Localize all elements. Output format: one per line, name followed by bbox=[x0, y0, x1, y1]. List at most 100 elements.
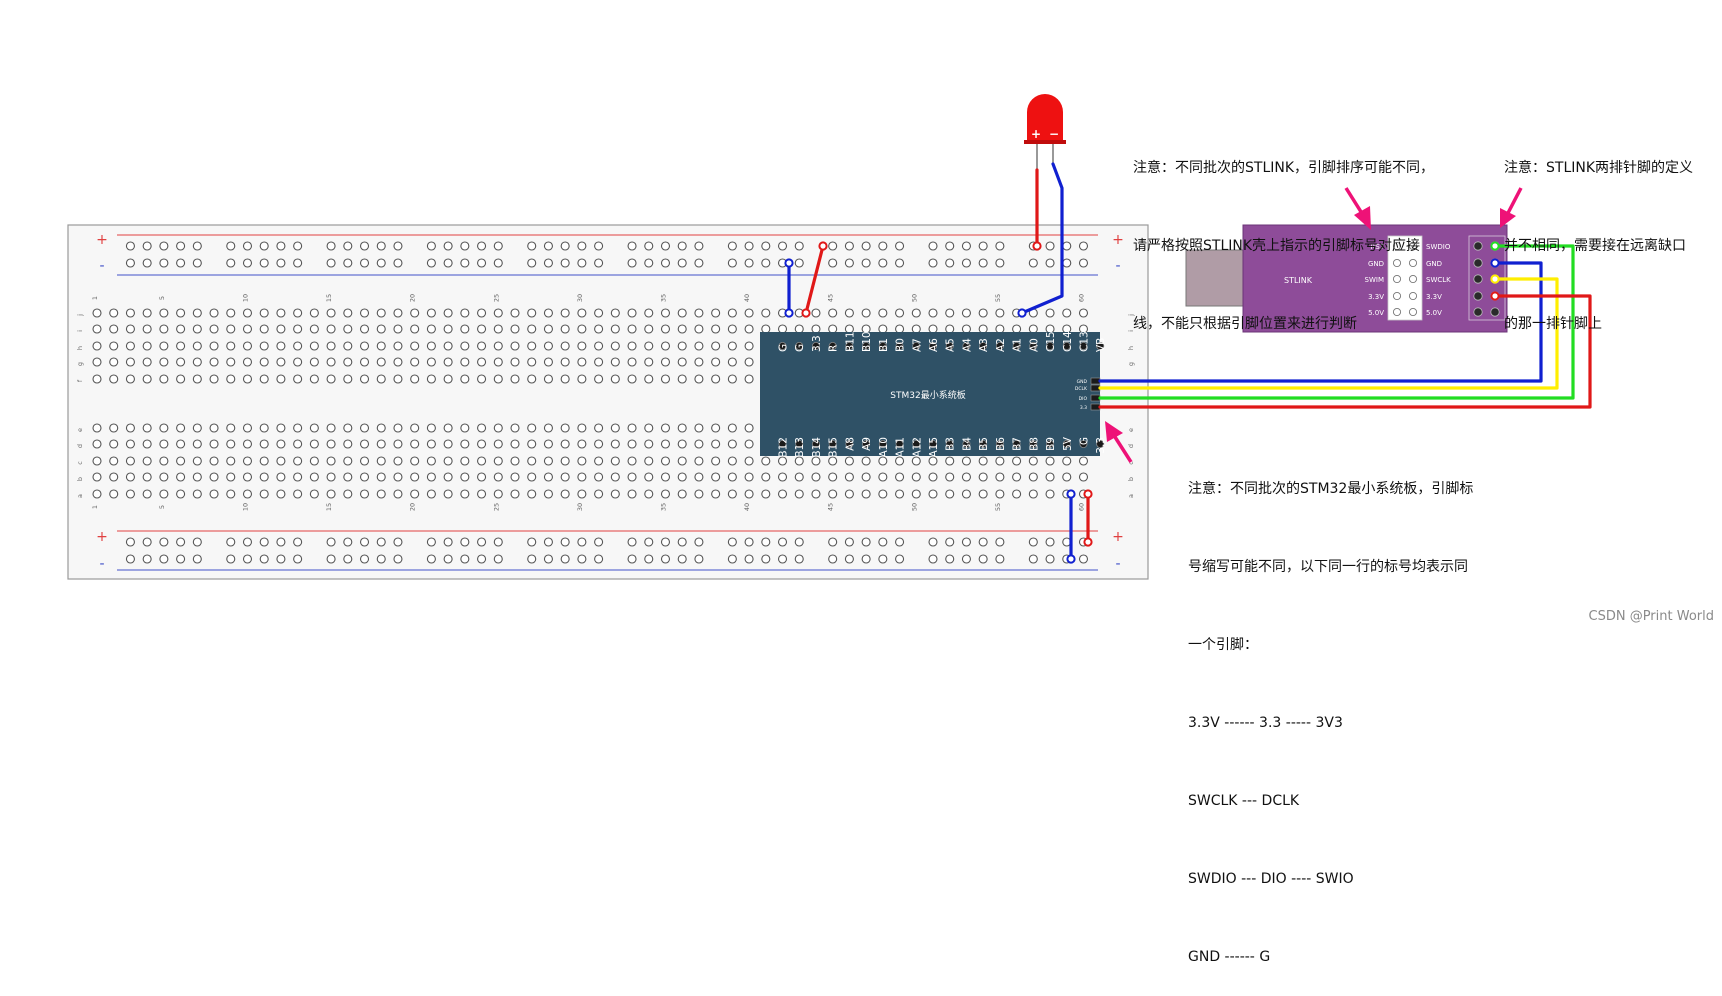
stm32-pin-label: B3 bbox=[945, 437, 957, 451]
breadboard-hole bbox=[410, 341, 420, 351]
stm32-pin-label: 5V bbox=[1062, 436, 1074, 451]
breadboard-hole bbox=[844, 472, 854, 482]
breadboard-hole bbox=[309, 439, 319, 449]
breadboard-hole bbox=[293, 489, 303, 499]
breadboard-hole bbox=[744, 374, 754, 384]
breadboard-hole bbox=[610, 472, 620, 482]
breadboard-hole bbox=[226, 341, 236, 351]
breadboard-hole bbox=[828, 324, 838, 334]
breadboard-hole bbox=[125, 472, 135, 482]
column-number: 40 bbox=[743, 294, 751, 302]
rail-hole bbox=[393, 554, 403, 564]
breadboard-hole bbox=[293, 423, 303, 433]
rail-hole bbox=[477, 258, 487, 268]
breadboard-hole bbox=[343, 324, 353, 334]
rail-hole bbox=[176, 537, 186, 547]
rail-hole bbox=[376, 537, 386, 547]
breadboard-hole bbox=[761, 324, 771, 334]
breadboard-hole bbox=[109, 423, 119, 433]
rail-hole bbox=[376, 554, 386, 564]
breadboard-hole bbox=[426, 423, 436, 433]
header-pin-inner bbox=[1473, 291, 1483, 301]
breadboard-hole bbox=[610, 456, 620, 466]
breadboard-hole bbox=[226, 456, 236, 466]
breadboard-hole bbox=[242, 374, 253, 384]
rail-hole bbox=[644, 537, 654, 547]
breadboard-hole bbox=[594, 423, 604, 433]
breadboard-hole bbox=[1078, 472, 1089, 482]
breadboard-hole bbox=[1028, 324, 1038, 334]
rail-hole bbox=[677, 554, 687, 564]
breadboard-hole bbox=[644, 439, 654, 449]
breadboard-hole bbox=[727, 374, 737, 384]
rail-hole bbox=[192, 537, 202, 547]
rail-hole bbox=[1078, 554, 1089, 564]
breadboard-hole bbox=[125, 308, 135, 318]
breadboard-hole bbox=[159, 341, 169, 351]
breadboard-hole bbox=[426, 456, 436, 466]
column-number: 60 bbox=[1077, 294, 1085, 302]
breadboard-hole bbox=[125, 357, 135, 367]
breadboard-hole bbox=[610, 489, 620, 499]
column-number: 25 bbox=[492, 294, 500, 302]
column-number: 20 bbox=[409, 294, 417, 302]
breadboard-hole bbox=[393, 341, 403, 351]
breadboard-hole bbox=[543, 456, 553, 466]
breadboard-hole bbox=[911, 472, 921, 482]
breadboard-hole bbox=[477, 456, 487, 466]
rail-hole bbox=[1045, 258, 1055, 268]
breadboard-hole bbox=[493, 439, 503, 449]
breadboard-hole bbox=[226, 324, 236, 334]
breadboard-hole bbox=[209, 341, 219, 351]
rail-hole bbox=[978, 258, 988, 268]
rail-hole bbox=[861, 537, 871, 547]
column-number: 35 bbox=[659, 503, 667, 511]
breadboard-hole bbox=[142, 423, 152, 433]
stm32-pin-label: A9 bbox=[861, 437, 873, 451]
watermark: CSDN @Print World bbox=[1588, 609, 1715, 624]
note-line: 注意：不同批次的STM32最小系统板，引脚标 bbox=[1188, 481, 1474, 497]
row-letter: c bbox=[76, 461, 84, 465]
breadboard-hole bbox=[276, 308, 286, 318]
breadboard-hole bbox=[510, 374, 520, 384]
breadboard-hole bbox=[610, 324, 620, 334]
breadboard-hole bbox=[176, 308, 186, 318]
breadboard-hole bbox=[393, 324, 403, 334]
breadboard-hole bbox=[844, 489, 854, 499]
rail-hole bbox=[343, 258, 353, 268]
stm32-pin-label: G bbox=[778, 344, 790, 352]
rail-hole bbox=[426, 241, 436, 251]
rail-hole bbox=[543, 258, 553, 268]
breadboard-hole bbox=[393, 423, 403, 433]
breadboard-hole bbox=[828, 489, 838, 499]
breadboard-hole bbox=[326, 324, 336, 334]
breadboard-hole bbox=[226, 308, 236, 318]
breadboard-hole bbox=[226, 439, 236, 449]
rail-hole bbox=[844, 241, 854, 251]
breadboard-hole bbox=[125, 456, 135, 466]
breadboard-hole bbox=[895, 489, 905, 499]
row-letter: a bbox=[1127, 494, 1135, 498]
rail-hole bbox=[443, 241, 453, 251]
rail-hole bbox=[343, 554, 353, 564]
rail-hole bbox=[477, 241, 487, 251]
breadboard-hole bbox=[376, 357, 386, 367]
rail-hole bbox=[259, 554, 269, 564]
breadboard-hole bbox=[577, 489, 587, 499]
breadboard-hole bbox=[995, 324, 1005, 334]
breadboard-hole bbox=[259, 456, 269, 466]
rail-hole bbox=[359, 537, 370, 547]
rail-hole bbox=[1062, 241, 1072, 251]
breadboard-hole bbox=[744, 324, 754, 334]
breadboard-hole bbox=[1078, 308, 1089, 318]
column-number: 50 bbox=[910, 503, 918, 511]
rail-hole bbox=[259, 241, 269, 251]
breadboard-hole bbox=[259, 472, 269, 482]
rail-plus-label: + bbox=[96, 529, 108, 545]
rail-hole bbox=[343, 241, 353, 251]
breadboard-hole bbox=[928, 308, 938, 318]
note-line: SWDIO --- DIO ---- SWIO bbox=[1188, 871, 1354, 887]
breadboard-hole bbox=[293, 374, 303, 384]
breadboard-hole bbox=[109, 308, 119, 318]
stm32-pin-label: A8 bbox=[844, 437, 856, 451]
